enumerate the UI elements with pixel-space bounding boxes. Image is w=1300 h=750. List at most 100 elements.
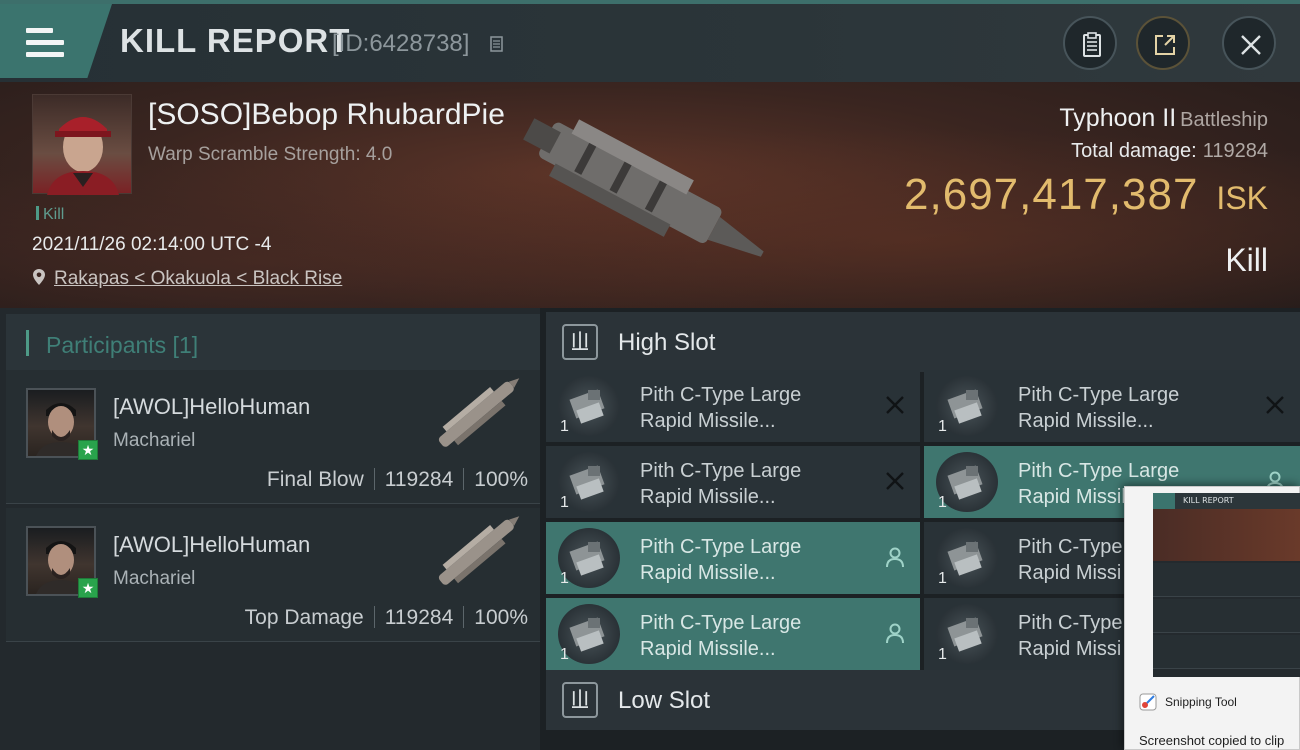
total-damage-label: Total damage: [1071,140,1197,162]
x-mark-icon [886,396,904,414]
ship-class: Battleship [1180,109,1268,131]
participant-percent: 100% [474,468,528,491]
module-quantity: 1 [938,494,947,511]
ship-type: Typhoon II [1059,104,1177,132]
x-mark-icon [886,472,904,490]
victim-portrait[interactable] [32,94,132,195]
notification-app-name: Snipping Tool [1165,695,1237,709]
clipboard-icon [1083,32,1101,57]
participant-ship-image [438,378,520,447]
module-name-line2: Rapid Missile... [640,486,776,508]
participant-row[interactable]: ★ [AWOL]HelloHuman Machariel Final Blow 1… [6,370,540,504]
ship-name: Typhoon II Battleship [1059,104,1268,133]
module-item[interactable]: 1 Pith C-Type Large Rapid Missile... [546,370,920,442]
snipping-tool-notification[interactable]: KILL REPORT Snipping Tool Screenshot cop… [1124,486,1300,750]
x-mark-icon [1266,396,1284,414]
module-quantity: 1 [560,646,569,663]
module-name: Pith C-Type Large Rapid Missile... [640,534,870,586]
share-button[interactable] [1136,16,1190,70]
module-name-line1: Pith C-Type Large [640,536,802,558]
copy-icon[interactable] [490,36,506,54]
stats-divider [463,606,465,628]
low-slot-title: Low Slot [618,687,711,714]
victim-subtitle: Warp Scramble Strength: 4.0 [148,144,393,165]
participant-row[interactable]: ★ [AWOL]HelloHuman Machariel Top Damage 1… [6,508,540,642]
close-button[interactable] [1222,16,1276,70]
stats-divider [463,468,465,490]
thumbnail-rows [1153,563,1300,677]
top-bar: KILL REPORT [ID:6428738] [0,0,1300,82]
kill-id: [ID:6428738] [332,30,470,57]
participant-damage: 119284 [384,606,454,629]
star-icon: ★ [78,578,98,598]
participants-header: Participants [1] [6,314,540,372]
close-icon [1241,35,1261,55]
isk-amount: 2,697,417,387 [904,170,1199,219]
participant-percent: 100% [474,606,528,629]
module-name-line2: Rapid Missile... [640,410,776,432]
thumbnail-titlebar: KILL REPORT [1153,493,1300,509]
module-name-line2: Rapid Missile... [640,638,776,660]
participant-damage: 119284 [384,468,454,491]
high-slot-header: High Slot [546,312,1300,372]
location-link[interactable]: Rakapas < Okakuola < Black Rise [54,268,342,290]
menu-button[interactable] [0,4,112,78]
total-damage-value: 119284 [1202,140,1268,162]
thumbnail-banner [1153,509,1300,561]
module-quantity: 1 [560,494,569,511]
participant-ship: Machariel [113,430,196,451]
top-accent-line [0,0,1300,4]
final-blow-star-icon: ★ [78,440,98,460]
menu-icon [26,28,64,58]
kill-tag: Kill [36,206,64,224]
slot-icon [562,682,598,718]
module-quantity: 1 [938,570,947,587]
clipboard-button[interactable] [1063,16,1117,70]
snipping-tool-icon [1139,693,1157,711]
module-quantity: 1 [560,418,569,435]
total-damage: Total damage: 119284 [1071,140,1268,163]
module-item[interactable]: 1 Pith C-Type Large Rapid Missile... [924,370,1300,442]
kill-result: Kill [1225,242,1268,278]
module-name-line1: Pith C-Type Large [1018,460,1180,482]
participant-ship: Machariel [113,568,196,589]
victim-banner: [SOSO]Bebop RhubardPie Warp Scramble Str… [0,82,1300,308]
module-name-line1: Pith C-Type Large [640,612,802,634]
module-item[interactable]: 1 Pith C-Type Large Rapid Missile... [546,446,920,518]
slot-icon [562,324,598,360]
isk-unit: ISK [1216,180,1268,216]
participant-ship-image [438,516,520,585]
module-item[interactable]: 1 Pith C-Type Large Rapid Missile... [546,522,920,594]
victim-ship-image [523,118,764,257]
module-name-line2: Rapid Missile... [640,562,776,584]
map-pin-icon [33,269,45,285]
participant-role: Final Blow [266,468,364,491]
high-slot-title: High Slot [618,329,716,356]
module-quantity: 1 [938,646,947,663]
module-name: Pith C-Type Large Rapid Missile... [640,382,870,434]
portrait-image [47,117,119,195]
module-name-line2: Rapid Missile... [1018,410,1154,432]
stats-divider [373,468,375,490]
screenshot-thumbnail: KILL REPORT [1153,493,1300,677]
module-quantity: 1 [938,418,947,435]
kill-timestamp: 2021/11/26 02:14:00 UTC -4 [32,234,272,255]
stats-divider [373,606,375,628]
share-icon [1155,35,1175,55]
page-title: KILL REPORT [120,22,351,59]
participant-name: [AWOL]HelloHuman [113,394,311,419]
module-name-line1: Pith C-Type Large [1018,384,1180,406]
participant-role: Top Damage [244,606,364,629]
module-name-line1: Pith C-Type Large [640,384,802,406]
notification-message: Screenshot copied to clip [1139,733,1285,748]
module-name-line1: Pith C-Type Large [640,460,802,482]
victim-name: [SOSO]Bebop RhubardPie [148,98,505,131]
person-icon [886,547,904,568]
module-name: Pith C-Type Large Rapid Missile... [640,458,870,510]
participant-name: [AWOL]HelloHuman [113,532,311,557]
participants-title: Participants [1] [46,332,199,358]
module-item[interactable]: 1 Pith C-Type Large Rapid Missile... [546,598,920,670]
person-icon [886,623,904,644]
thumbnail-title: KILL REPORT [1183,496,1234,505]
participant-stats: Final Blow 119284 100% [267,468,528,492]
